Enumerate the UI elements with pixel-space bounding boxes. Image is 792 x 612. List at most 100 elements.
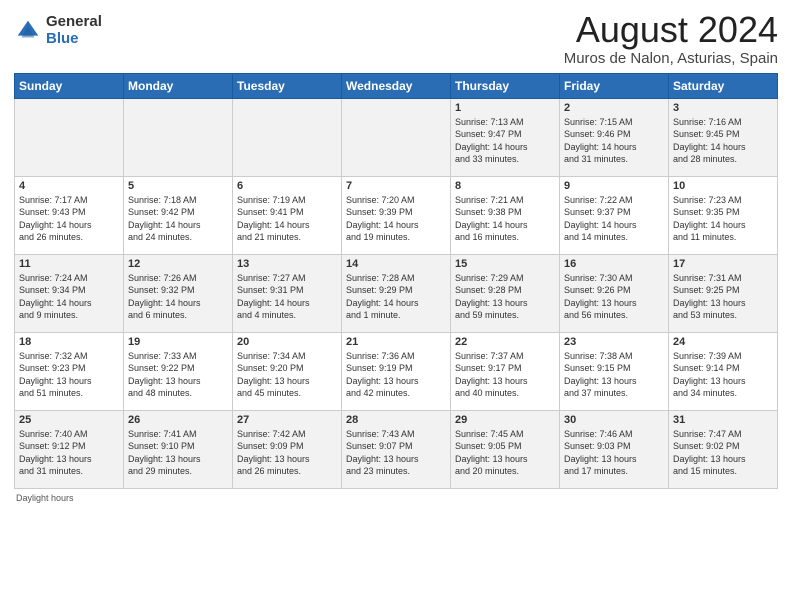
day-number: 25 (19, 414, 119, 426)
day-number: 19 (128, 336, 228, 348)
week-row-3: 11 Sunrise: 7:24 AM Sunset: 9:34 PM Dayli… (15, 254, 778, 332)
day-number: 11 (19, 258, 119, 270)
day-number: 14 (346, 258, 446, 270)
day-number: 10 (673, 180, 773, 192)
day-detail: Sunrise: 7:34 AM Sunset: 9:20 PM Dayligh… (237, 350, 337, 400)
cell-week1-day1 (15, 98, 124, 176)
cell-week1-day4 (342, 98, 451, 176)
day-number: 6 (237, 180, 337, 192)
cell-week5-day7: 31 Sunrise: 7:47 AM Sunset: 9:02 PM Dayli… (669, 410, 778, 488)
cell-week4-day1: 18Sunrise: 7:32 AM Sunset: 9:23 PM Dayli… (15, 332, 124, 410)
header-thursday: Thursday (451, 73, 560, 98)
day-number: 3 (673, 102, 773, 114)
day-detail: Sunrise: 7:17 AM Sunset: 9:43 PM Dayligh… (19, 194, 119, 244)
day-detail: Sunrise: 7:36 AM Sunset: 9:19 PM Dayligh… (346, 350, 446, 400)
cell-week1-day7: 3Sunrise: 7:16 AM Sunset: 9:45 PM Daylig… (669, 98, 778, 176)
cell-week3-day7: 17 Sunrise: 7:31 AM Sunset: 9:25 PM Dayli… (669, 254, 778, 332)
day-detail: Sunrise: 7:39 AM Sunset: 9:14 PM Dayligh… (673, 350, 773, 400)
day-detail: Sunrise: 7:27 AM Sunset: 9:31 PM Dayligh… (237, 272, 337, 322)
calendar-container: General Blue August 2024 Muros de Nalon,… (0, 0, 792, 509)
header-friday: Friday (560, 73, 669, 98)
location-title: Muros de Nalon, Asturias, Spain (564, 50, 778, 67)
cell-week2-day7: 10Sunrise: 7:23 AM Sunset: 9:35 PM Dayli… (669, 176, 778, 254)
day-number: 24 (673, 336, 773, 348)
day-number: 28 (346, 414, 446, 426)
day-number: 31 (673, 414, 773, 426)
cell-week3-day1: 11 Sunrise: 7:24 AM Sunset: 9:34 PM Dayli… (15, 254, 124, 332)
day-number: 4 (19, 180, 119, 192)
cell-week1-day3 (233, 98, 342, 176)
cell-week1-day2 (124, 98, 233, 176)
day-detail: Sunrise: 7:24 AM Sunset: 9:34 PM Dayligh… (19, 272, 119, 322)
cell-week5-day4: 28 Sunrise: 7:43 AM Sunset: 9:07 PM Dayli… (342, 410, 451, 488)
day-number: 22 (455, 336, 555, 348)
week-row-1: 1Sunrise: 7:13 AM Sunset: 9:47 PM Daylig… (15, 98, 778, 176)
day-detail: Sunrise: 7:31 AM Sunset: 9:25 PM Dayligh… (673, 272, 773, 322)
day-detail: Sunrise: 7:19 AM Sunset: 9:41 PM Dayligh… (237, 194, 337, 244)
logo: General Blue (14, 14, 102, 47)
day-number: 27 (237, 414, 337, 426)
day-detail: Sunrise: 7:30 AM Sunset: 9:26 PM Dayligh… (564, 272, 664, 322)
cell-week1-day6: 2 Sunrise: 7:15 AM Sunset: 9:46 PM Daylig… (560, 98, 669, 176)
cell-week3-day3: 13Sunrise: 7:27 AM Sunset: 9:31 PM Dayli… (233, 254, 342, 332)
cell-week5-day3: 27 Sunrise: 7:42 AM Sunset: 9:09 PM Dayli… (233, 410, 342, 488)
cell-week4-day5: 22 Sunrise: 7:37 AM Sunset: 9:17 PM Dayli… (451, 332, 560, 410)
day-detail: Sunrise: 7:15 AM Sunset: 9:46 PM Dayligh… (564, 116, 664, 166)
logo-icon (14, 17, 42, 45)
header-monday: Monday (124, 73, 233, 98)
day-number: 9 (564, 180, 664, 192)
day-detail: Sunrise: 7:42 AM Sunset: 9:09 PM Dayligh… (237, 428, 337, 478)
cell-week2-day6: 9 Sunrise: 7:22 AM Sunset: 9:37 PM Daylig… (560, 176, 669, 254)
logo-general-text: General (46, 14, 102, 31)
week-row-5: 25 Sunrise: 7:40 AM Sunset: 9:12 PM Dayli… (15, 410, 778, 488)
cell-week3-day4: 14Sunrise: 7:28 AM Sunset: 9:29 PM Dayli… (342, 254, 451, 332)
day-detail: Sunrise: 7:37 AM Sunset: 9:17 PM Dayligh… (455, 350, 555, 400)
cell-week4-day3: 20Sunrise: 7:34 AM Sunset: 9:20 PM Dayli… (233, 332, 342, 410)
day-detail: Sunrise: 7:21 AM Sunset: 9:38 PM Dayligh… (455, 194, 555, 244)
cell-week5-day5: 29Sunrise: 7:45 AM Sunset: 9:05 PM Dayli… (451, 410, 560, 488)
day-number: 21 (346, 336, 446, 348)
header-row: General Blue August 2024 Muros de Nalon,… (14, 10, 778, 67)
cell-week5-day1: 25 Sunrise: 7:40 AM Sunset: 9:12 PM Dayli… (15, 410, 124, 488)
cell-week1-day5: 1Sunrise: 7:13 AM Sunset: 9:47 PM Daylig… (451, 98, 560, 176)
day-detail: Sunrise: 7:46 AM Sunset: 9:03 PM Dayligh… (564, 428, 664, 478)
day-number: 12 (128, 258, 228, 270)
day-number: 8 (455, 180, 555, 192)
header-tuesday: Tuesday (233, 73, 342, 98)
header-saturday: Saturday (669, 73, 778, 98)
cell-week3-day5: 15 Sunrise: 7:29 AM Sunset: 9:28 PM Dayli… (451, 254, 560, 332)
cell-week2-day2: 5 Sunrise: 7:18 AM Sunset: 9:42 PM Daylig… (124, 176, 233, 254)
day-detail: Sunrise: 7:29 AM Sunset: 9:28 PM Dayligh… (455, 272, 555, 322)
cell-week3-day6: 16 Sunrise: 7:30 AM Sunset: 9:26 PM Dayli… (560, 254, 669, 332)
day-number: 23 (564, 336, 664, 348)
footer: Daylight hours (14, 493, 778, 503)
day-detail: Sunrise: 7:43 AM Sunset: 9:07 PM Dayligh… (346, 428, 446, 478)
cell-week2-day3: 6 Sunrise: 7:19 AM Sunset: 9:41 PM Daylig… (233, 176, 342, 254)
cell-week5-day6: 30 Sunrise: 7:46 AM Sunset: 9:03 PM Dayli… (560, 410, 669, 488)
footer-text: Daylight hours (16, 493, 74, 503)
logo-text: General Blue (46, 14, 102, 47)
header-sunday: Sunday (15, 73, 124, 98)
day-number: 17 (673, 258, 773, 270)
day-detail: Sunrise: 7:40 AM Sunset: 9:12 PM Dayligh… (19, 428, 119, 478)
day-detail: Sunrise: 7:20 AM Sunset: 9:39 PM Dayligh… (346, 194, 446, 244)
header-wednesday: Wednesday (342, 73, 451, 98)
week-row-4: 18Sunrise: 7:32 AM Sunset: 9:23 PM Dayli… (15, 332, 778, 410)
cell-week2-day1: 4 Sunrise: 7:17 AM Sunset: 9:43 PM Daylig… (15, 176, 124, 254)
day-number: 2 (564, 102, 664, 114)
day-detail: Sunrise: 7:47 AM Sunset: 9:02 PM Dayligh… (673, 428, 773, 478)
day-detail: Sunrise: 7:32 AM Sunset: 9:23 PM Dayligh… (19, 350, 119, 400)
day-detail: Sunrise: 7:38 AM Sunset: 9:15 PM Dayligh… (564, 350, 664, 400)
cell-week4-day7: 24 Sunrise: 7:39 AM Sunset: 9:14 PM Dayli… (669, 332, 778, 410)
cell-week2-day4: 7Sunrise: 7:20 AM Sunset: 9:39 PM Daylig… (342, 176, 451, 254)
day-detail: Sunrise: 7:22 AM Sunset: 9:37 PM Dayligh… (564, 194, 664, 244)
day-number: 15 (455, 258, 555, 270)
day-detail: Sunrise: 7:33 AM Sunset: 9:22 PM Dayligh… (128, 350, 228, 400)
day-number: 5 (128, 180, 228, 192)
day-number: 16 (564, 258, 664, 270)
day-detail: Sunrise: 7:18 AM Sunset: 9:42 PM Dayligh… (128, 194, 228, 244)
cell-week2-day5: 8 Sunrise: 7:21 AM Sunset: 9:38 PM Daylig… (451, 176, 560, 254)
day-detail: Sunrise: 7:13 AM Sunset: 9:47 PM Dayligh… (455, 116, 555, 166)
day-number: 30 (564, 414, 664, 426)
month-title: August 2024 (564, 10, 778, 50)
